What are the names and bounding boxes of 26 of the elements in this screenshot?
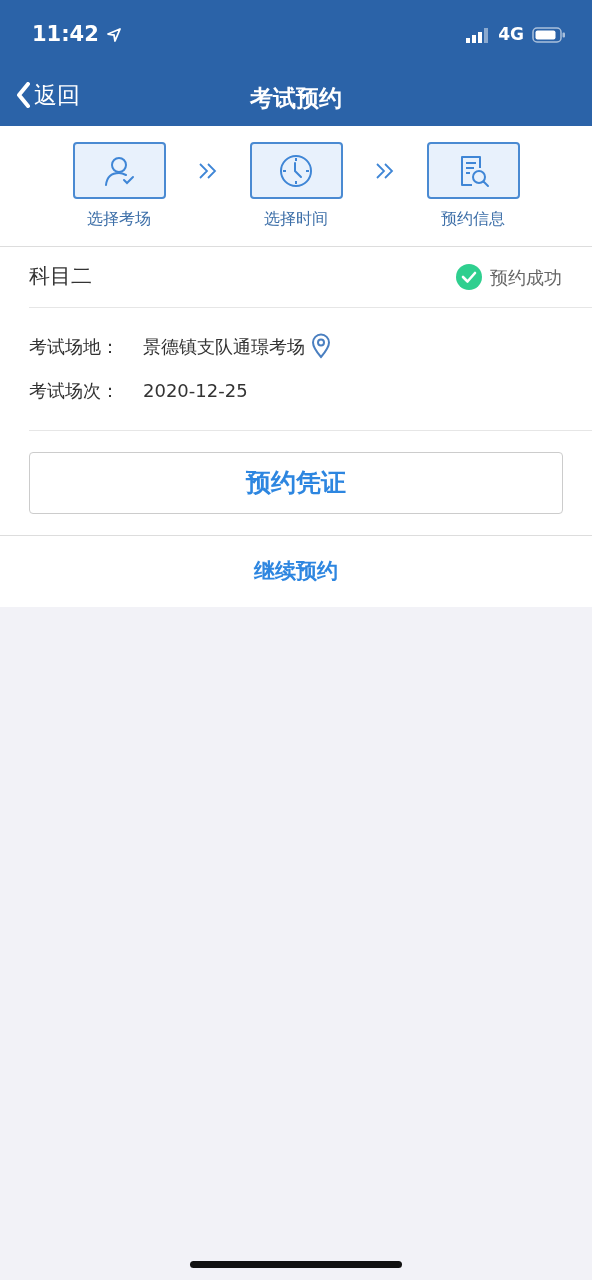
double-chevron-icon — [374, 162, 395, 180]
location-pin-icon[interactable] — [311, 333, 331, 359]
field-label: 考试场地： — [29, 334, 120, 359]
step-label: 预约信息 — [441, 208, 505, 230]
network-label: 4G — [498, 23, 524, 47]
continue-link[interactable]: 继续预约 — [0, 535, 592, 607]
step-tile[interactable] — [426, 142, 520, 199]
field-value: 2020-12-25 — [143, 378, 248, 403]
page-title: 考试预约 — [250, 83, 342, 113]
success-check-icon — [456, 264, 482, 290]
back-button[interactable]: 返回 — [16, 78, 80, 113]
step-label: 选择时间 — [264, 208, 328, 230]
battery-icon — [532, 27, 566, 43]
status-label: 预约成功 — [490, 265, 562, 290]
double-chevron-icon — [197, 162, 218, 180]
voucher-button[interactable]: 预约凭证 — [29, 452, 563, 514]
subject-name: 科目二 — [29, 263, 92, 291]
step-tile[interactable] — [249, 142, 343, 199]
signal-icon — [466, 27, 491, 43]
field-label: 考试场次： — [29, 378, 120, 403]
location-arrow-icon — [106, 28, 121, 42]
back-chevron-icon — [16, 82, 30, 109]
step-tile[interactable] — [72, 142, 166, 199]
field-value: 景德镇支队通璟考场 — [143, 334, 305, 359]
step-label: 选择考场 — [87, 208, 151, 230]
clock-time: 11:42 — [32, 21, 99, 49]
